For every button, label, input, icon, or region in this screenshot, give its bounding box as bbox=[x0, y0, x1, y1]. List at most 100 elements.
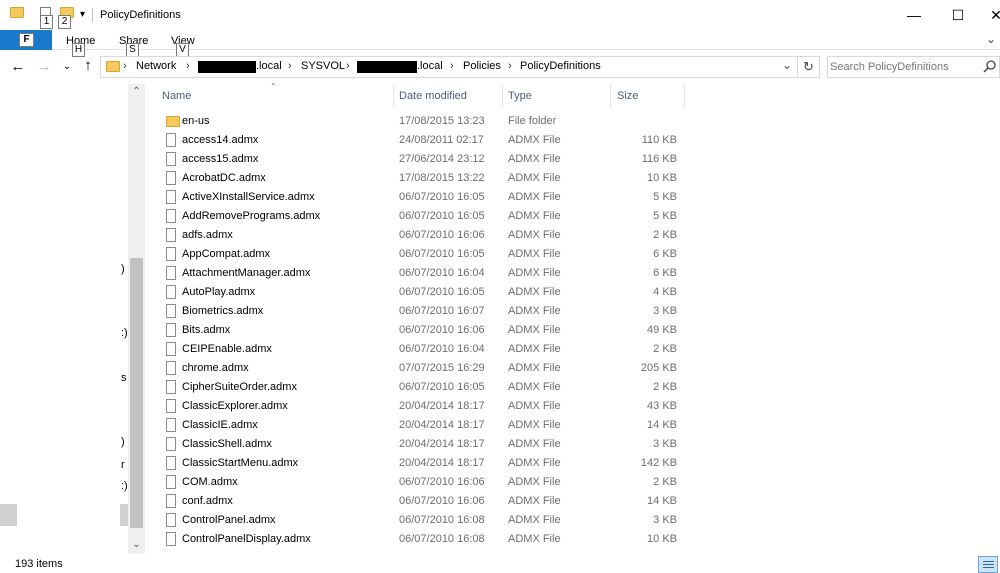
file-size: 142 KB bbox=[640, 457, 677, 469]
ribbon-expand-button[interactable]: ⌄ bbox=[986, 32, 996, 46]
column-header-date[interactable]: Date modified bbox=[399, 90, 467, 102]
file-date-modified: 06/07/2010 16:05 bbox=[399, 286, 485, 298]
search-icon[interactable] bbox=[982, 58, 998, 74]
file-row[interactable]: adfs.admx 06/07/2010 16:06 ADMX File 2 KB bbox=[158, 226, 686, 245]
file-row[interactable]: ActiveXInstallService.admx 06/07/2010 16:… bbox=[158, 188, 686, 207]
nav-pane-fragment[interactable]: ) bbox=[121, 263, 125, 275]
close-button[interactable]: ✕ bbox=[976, 0, 1000, 30]
file-row[interactable]: chrome.admx 07/07/2015 16:29 ADMX File 205 … bbox=[158, 359, 686, 378]
column-divider[interactable] bbox=[610, 84, 611, 108]
nav-scroll-up-button[interactable]: ⌃ bbox=[130, 86, 143, 97]
breadcrumb-sysvol[interactable]: SYSVOL bbox=[301, 60, 345, 72]
file-row[interactable]: access14.admx 24/08/2011 02:17 ADMX File 11… bbox=[158, 131, 686, 150]
nav-pane-fragment[interactable]: r bbox=[121, 459, 125, 471]
file-icon bbox=[166, 361, 176, 375]
file-row[interactable]: AcrobatDC.admx 17/08/2015 13:22 ADMX File 1… bbox=[158, 169, 686, 188]
column-divider[interactable] bbox=[502, 84, 503, 108]
details-view-button[interactable] bbox=[978, 556, 998, 573]
file-type: ADMX File bbox=[508, 514, 561, 526]
file-row[interactable]: AutoPlay.admx 06/07/2010 16:05 ADMX File 4 … bbox=[158, 283, 686, 302]
file-date-modified: 17/08/2015 13:22 bbox=[399, 172, 485, 184]
nav-scroll-down-button[interactable]: ⌄ bbox=[130, 539, 143, 550]
column-divider[interactable] bbox=[393, 84, 394, 108]
breadcrumb-policies[interactable]: Policies bbox=[463, 60, 501, 72]
nav-pane-fragment[interactable]: :) bbox=[121, 327, 128, 339]
column-divider[interactable] bbox=[684, 84, 685, 108]
up-button[interactable]: ↑ bbox=[80, 58, 96, 73]
forward-button[interactable]: → bbox=[36, 59, 52, 74]
file-icon bbox=[166, 190, 176, 204]
file-size: 3 KB bbox=[653, 305, 677, 317]
file-date-modified: 06/07/2010 16:06 bbox=[399, 476, 485, 488]
file-icon bbox=[166, 133, 176, 147]
search-input[interactable] bbox=[830, 58, 976, 76]
file-row[interactable]: AddRemovePrograms.admx 06/07/2010 16:05 AD… bbox=[158, 207, 686, 226]
redacted-block bbox=[357, 61, 417, 73]
breadcrumb-policydefinitions[interactable]: PolicyDefinitions bbox=[520, 60, 601, 72]
file-row[interactable]: ControlPanel.admx 06/07/2010 16:08 ADMX Fi… bbox=[158, 511, 686, 530]
file-type: ADMX File bbox=[508, 533, 561, 545]
breadcrumb-domain-2[interactable]: .local bbox=[417, 60, 443, 72]
file-row[interactable]: ClassicStartMenu.admx 20/04/2014 18:17 ADM… bbox=[158, 454, 686, 473]
file-size: 43 KB bbox=[647, 400, 677, 412]
file-row[interactable]: Bits.admx 06/07/2010 16:06 ADMX File 49 KB bbox=[158, 321, 686, 340]
file-icon bbox=[166, 418, 176, 432]
file-row[interactable]: conf.admx 06/07/2010 16:06 ADMX File 14 KB bbox=[158, 492, 686, 511]
maximize-button[interactable]: ☐ bbox=[938, 0, 978, 30]
recent-locations-button[interactable]: ⌄ bbox=[61, 59, 73, 74]
file-row[interactable]: ControlPanelDisplay.admx 06/07/2010 16:08… bbox=[158, 530, 686, 549]
keytip-share: S bbox=[126, 43, 139, 57]
nav-pane-scroll-thumb[interactable] bbox=[130, 258, 143, 528]
file-date-modified: 06/07/2010 16:04 bbox=[399, 267, 485, 279]
breadcrumb-network[interactable]: Network bbox=[136, 60, 176, 72]
quick-access-dropdown[interactable]: ▾ bbox=[80, 9, 85, 20]
file-size: 4 KB bbox=[653, 286, 677, 298]
file-type: ADMX File bbox=[508, 153, 561, 165]
refresh-button[interactable]: ↻ bbox=[798, 56, 820, 78]
file-row[interactable]: ClassicExplorer.admx 20/04/2014 18:17 ADMX… bbox=[158, 397, 686, 416]
file-size: 2 KB bbox=[653, 229, 677, 241]
breadcrumb-separator: › bbox=[288, 60, 292, 72]
nav-pane-fragment[interactable]: :) bbox=[121, 480, 128, 492]
folder-row[interactable]: en-us 17/08/2015 13:23 File folder bbox=[158, 112, 686, 131]
file-size: 49 KB bbox=[647, 324, 677, 336]
column-header-size[interactable]: Size bbox=[617, 90, 638, 102]
minimize-button[interactable]: — bbox=[894, 0, 934, 30]
breadcrumb-domain-1[interactable]: .local bbox=[256, 60, 282, 72]
nav-pane-fragment[interactable]: s bbox=[121, 372, 127, 384]
file-date-modified: 20/04/2014 18:17 bbox=[399, 457, 485, 469]
file-icon bbox=[166, 456, 176, 470]
file-row[interactable]: ClassicIE.admx 20/04/2014 18:17 ADMX File 1… bbox=[158, 416, 686, 435]
file-row[interactable]: CipherSuiteOrder.admx 06/07/2010 16:05 ADM… bbox=[158, 378, 686, 397]
window-title: PolicyDefinitions bbox=[100, 9, 181, 21]
file-row[interactable]: AttachmentManager.admx 06/07/2010 16:04 AD… bbox=[158, 264, 686, 283]
file-date-modified: 20/04/2014 18:17 bbox=[399, 400, 485, 412]
file-icon bbox=[166, 399, 176, 413]
file-row[interactable]: Biometrics.admx 06/07/2010 16:07 ADMX File… bbox=[158, 302, 686, 321]
file-size: 3 KB bbox=[653, 514, 677, 526]
keytip-1: 1 bbox=[40, 15, 53, 29]
file-date-modified: 06/07/2010 16:07 bbox=[399, 305, 485, 317]
column-header-type[interactable]: Type bbox=[508, 90, 532, 102]
folder-icon bbox=[10, 7, 24, 18]
ribbon-tabs bbox=[0, 30, 1000, 50]
file-row[interactable]: AppCompat.admx 06/07/2010 16:05 ADMX File 6… bbox=[158, 245, 686, 264]
file-name: adfs.admx bbox=[182, 229, 233, 241]
file-icon bbox=[166, 437, 176, 451]
file-row[interactable]: ClassicShell.admx 20/04/2014 18:17 ADMX Fi… bbox=[158, 435, 686, 454]
column-header-name[interactable]: Name bbox=[162, 90, 191, 102]
file-row[interactable]: COM.admx 06/07/2010 16:06 ADMX File 2 KB bbox=[158, 473, 686, 492]
back-button[interactable]: ← bbox=[10, 59, 26, 74]
file-type: ADMX File bbox=[508, 438, 561, 450]
file-type: ADMX File bbox=[508, 324, 561, 336]
file-row[interactable]: CEIPEnable.admx 06/07/2010 16:04 ADMX File… bbox=[158, 340, 686, 359]
file-name: access15.admx bbox=[182, 153, 259, 165]
file-date-modified: 06/07/2010 16:05 bbox=[399, 381, 485, 393]
address-dropdown-button[interactable]: ⌄ bbox=[782, 58, 792, 72]
file-type: File folder bbox=[508, 115, 557, 127]
file-row[interactable]: access15.admx 27/06/2014 23:12 ADMX File 11… bbox=[158, 150, 686, 169]
file-date-modified: 07/07/2015 16:29 bbox=[399, 362, 485, 374]
nav-pane-fragment[interactable]: ) bbox=[121, 436, 125, 448]
file-icon bbox=[166, 152, 176, 166]
file-type: ADMX File bbox=[508, 400, 561, 412]
